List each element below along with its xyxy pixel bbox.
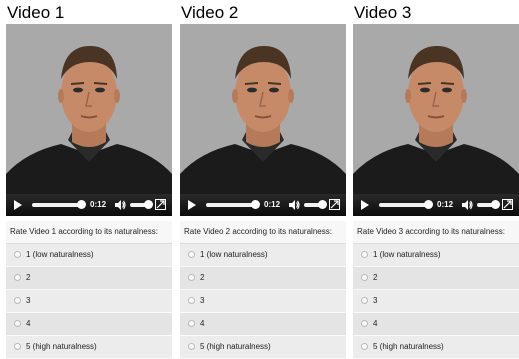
- video-controls: 0:12: [6, 194, 172, 216]
- volume-handle[interactable]: [144, 200, 153, 209]
- rating-panel: Rate Video 1 according to its naturalnes…: [6, 221, 172, 359]
- video-title: Video 1: [7, 3, 65, 22]
- video-column-2: Video 2 0:12 Rate Video 2 according to i…: [180, 0, 346, 359]
- video-frame-face: [6, 24, 172, 216]
- rating-option-label: 4: [200, 319, 205, 328]
- rating-option-1[interactable]: 1 (low naturalness): [353, 244, 519, 267]
- video-column-3: Video 3 0:12 Rate Video 3 according to i…: [353, 0, 519, 359]
- rating-option-3[interactable]: 3: [180, 290, 346, 313]
- rating-option-label: 1 (low naturalness): [26, 250, 94, 259]
- rating-panel: Rate Video 2 according to its naturalnes…: [180, 221, 346, 359]
- radio-button[interactable]: [188, 251, 195, 258]
- rating-option-5[interactable]: 5 (high naturalness): [180, 336, 346, 359]
- rating-option-2[interactable]: 2: [180, 267, 346, 290]
- volume-icon[interactable]: [288, 199, 300, 211]
- rating-option-label: 2: [373, 273, 378, 282]
- fullscreen-icon[interactable]: [502, 199, 513, 210]
- rating-option-5[interactable]: 5 (high naturalness): [6, 336, 172, 359]
- rating-option-1[interactable]: 1 (low naturalness): [6, 244, 172, 267]
- seek-handle[interactable]: [251, 200, 260, 209]
- rating-prompt: Rate Video 3 according to its naturalnes…: [353, 221, 519, 244]
- rating-option-4[interactable]: 4: [180, 313, 346, 336]
- video-controls: 0:12: [180, 194, 346, 216]
- radio-button[interactable]: [361, 251, 368, 258]
- time-display: 0:12: [264, 200, 281, 209]
- rating-option-4[interactable]: 4: [353, 313, 519, 336]
- video-frame-face: [180, 24, 346, 216]
- video-player[interactable]: 0:12: [180, 24, 346, 216]
- rating-option-3[interactable]: 3: [6, 290, 172, 313]
- video-player[interactable]: 0:12: [353, 24, 519, 216]
- video-frame-face: [353, 24, 519, 216]
- radio-button[interactable]: [188, 274, 195, 281]
- radio-button[interactable]: [14, 274, 21, 281]
- rating-option-2[interactable]: 2: [353, 267, 519, 290]
- seek-handle[interactable]: [77, 200, 86, 209]
- rating-option-label: 5 (high naturalness): [200, 342, 271, 351]
- radio-button[interactable]: [361, 297, 368, 304]
- radio-button[interactable]: [188, 320, 195, 327]
- rating-option-4[interactable]: 4: [6, 313, 172, 336]
- rating-option-1[interactable]: 1 (low naturalness): [180, 244, 346, 267]
- volume-handle[interactable]: [318, 200, 327, 209]
- video-column-1: Video 1 0:12 Rate Video 1 according to i…: [6, 0, 172, 359]
- play-icon[interactable]: [361, 200, 369, 210]
- rating-panel: Rate Video 3 according to its naturalnes…: [353, 221, 519, 359]
- rating-option-label: 3: [26, 296, 31, 305]
- video-title: Video 2: [181, 3, 239, 22]
- rating-option-label: 3: [373, 296, 378, 305]
- rating-option-label: 3: [200, 296, 205, 305]
- radio-button[interactable]: [361, 343, 368, 350]
- rating-option-label: 4: [373, 319, 378, 328]
- rating-option-2[interactable]: 2: [6, 267, 172, 290]
- seek-bar[interactable]: [206, 203, 254, 207]
- radio-button[interactable]: [188, 297, 195, 304]
- seek-handle[interactable]: [424, 200, 433, 209]
- play-icon[interactable]: [14, 200, 22, 210]
- rating-option-label: 5 (high naturalness): [26, 342, 97, 351]
- radio-button[interactable]: [14, 297, 21, 304]
- rating-option-5[interactable]: 5 (high naturalness): [353, 336, 519, 359]
- rating-option-label: 1 (low naturalness): [200, 250, 268, 259]
- radio-button[interactable]: [14, 320, 21, 327]
- time-display: 0:12: [437, 200, 454, 209]
- radio-button[interactable]: [14, 251, 21, 258]
- rating-option-3[interactable]: 3: [353, 290, 519, 313]
- volume-handle[interactable]: [491, 200, 500, 209]
- radio-button[interactable]: [14, 343, 21, 350]
- rating-option-label: 4: [26, 319, 31, 328]
- rating-prompt: Rate Video 2 according to its naturalnes…: [180, 221, 346, 244]
- rating-prompt: Rate Video 1 according to its naturalnes…: [6, 221, 172, 244]
- seek-bar[interactable]: [379, 203, 427, 207]
- radio-button[interactable]: [361, 274, 368, 281]
- video-controls: 0:12: [353, 194, 519, 216]
- video-player[interactable]: 0:12: [6, 24, 172, 216]
- radio-button[interactable]: [361, 320, 368, 327]
- seek-bar[interactable]: [32, 203, 80, 207]
- volume-icon[interactable]: [114, 199, 126, 211]
- volume-icon[interactable]: [461, 199, 473, 211]
- rating-option-label: 1 (low naturalness): [373, 250, 441, 259]
- rating-option-label: 2: [200, 273, 205, 282]
- fullscreen-icon[interactable]: [155, 199, 166, 210]
- rating-option-label: 2: [26, 273, 31, 282]
- play-icon[interactable]: [188, 200, 196, 210]
- time-display: 0:12: [90, 200, 107, 209]
- video-title: Video 3: [354, 3, 412, 22]
- rating-option-label: 5 (high naturalness): [373, 342, 444, 351]
- fullscreen-icon[interactable]: [329, 199, 340, 210]
- radio-button[interactable]: [188, 343, 195, 350]
